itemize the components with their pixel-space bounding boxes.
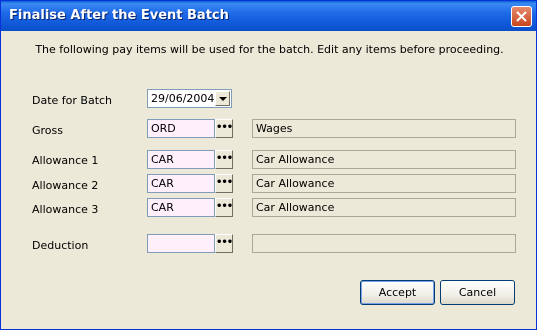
deduction-label: Deduction (32, 239, 89, 252)
allowance-2-description: Car Allowance (256, 177, 335, 190)
allowance-1-description-field: Car Allowance (252, 150, 516, 169)
allowance-3-lookup-button[interactable]: ••• (215, 198, 233, 217)
allowance-1-code-value: CAR (151, 153, 174, 166)
allowance-3-description-field: Car Allowance (252, 198, 516, 217)
gross-label: Gross (32, 124, 63, 137)
accept-button[interactable]: Accept (360, 280, 435, 305)
gross-description-field: Wages (252, 119, 516, 138)
allowance-3-description: Car Allowance (256, 201, 335, 214)
chevron-down-icon (219, 97, 227, 101)
ellipsis-icon: ••• (216, 237, 233, 248)
allowance-1-lookup-button[interactable]: ••• (215, 150, 233, 169)
deduction-code-input[interactable] (147, 234, 215, 253)
deduction-description-field (252, 234, 516, 253)
close-icon (516, 11, 527, 22)
allowance-2-code-value: CAR (151, 177, 174, 190)
intro-text: The following pay items will be used for… (35, 43, 504, 56)
gross-code-value: ORD (151, 122, 176, 135)
gross-code-input[interactable]: ORD (147, 119, 215, 138)
allowance-2-lookup-button[interactable]: ••• (215, 174, 233, 193)
ellipsis-icon: ••• (216, 177, 233, 188)
gross-description: Wages (256, 122, 293, 135)
date-picker[interactable]: 29/06/2004 (147, 89, 232, 108)
deduction-lookup-button[interactable]: ••• (215, 234, 233, 253)
allowance-1-label: Allowance 1 (32, 154, 99, 167)
ellipsis-icon: ••• (216, 201, 233, 212)
allowance-3-code-input[interactable]: CAR (147, 198, 215, 217)
allowance-2-code-input[interactable]: CAR (147, 174, 215, 193)
date-value: 29/06/2004 (151, 92, 215, 105)
date-dropdown-button[interactable] (215, 91, 230, 106)
allowance-1-description: Car Allowance (256, 153, 335, 166)
window-title: Finalise After the Event Batch (9, 8, 229, 23)
gross-lookup-button[interactable]: ••• (215, 119, 233, 138)
allowance-2-description-field: Car Allowance (252, 174, 516, 193)
ellipsis-icon: ••• (216, 153, 233, 164)
cancel-button[interactable]: Cancel (440, 280, 515, 305)
allowance-3-code-value: CAR (151, 201, 174, 214)
close-button[interactable] (511, 6, 532, 27)
title-bar[interactable]: Finalise After the Event Batch (1, 1, 536, 31)
allowance-2-label: Allowance 2 (32, 179, 99, 192)
dialog-window: Finalise After the Event Batch The follo… (0, 0, 537, 330)
allowance-1-code-input[interactable]: CAR (147, 150, 215, 169)
allowance-3-label: Allowance 3 (32, 203, 99, 216)
date-label: Date for Batch (32, 94, 113, 107)
ellipsis-icon: ••• (216, 122, 233, 133)
